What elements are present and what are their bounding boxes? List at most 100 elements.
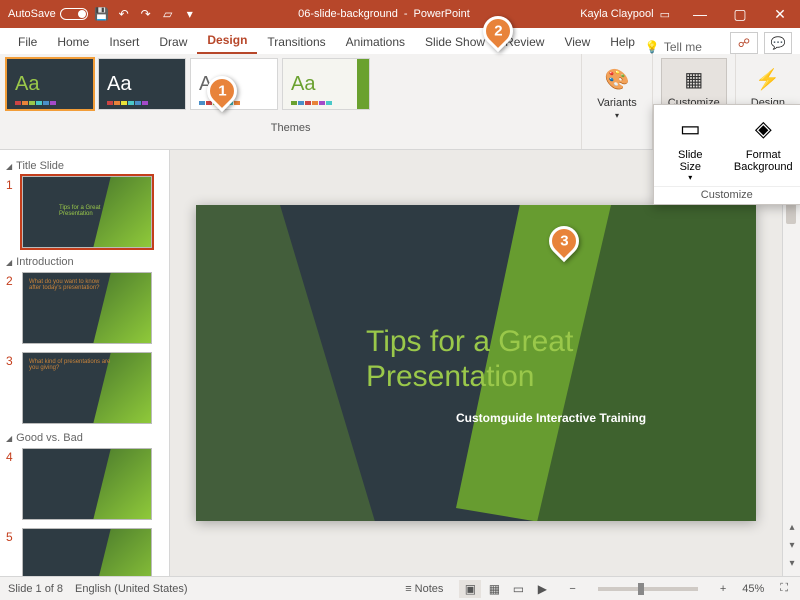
tellme-label: Tell me xyxy=(664,40,702,54)
themes-group-label: Themes xyxy=(6,122,575,134)
tab-help[interactable]: Help xyxy=(600,31,645,54)
notes-button[interactable]: ≡Notes xyxy=(401,581,447,597)
slide-number: 2 xyxy=(6,272,16,288)
slide-number: 3 xyxy=(6,352,16,368)
slide-thumbnail[interactable]: What do you want to knowafter today's pr… xyxy=(22,272,152,344)
minimize-button[interactable]: — xyxy=(680,0,720,28)
slide-thumbnail[interactable] xyxy=(22,448,152,520)
normal-view-button[interactable]: ▣ xyxy=(459,580,481,598)
customize-icon: ▦ xyxy=(678,63,710,95)
section-header[interactable]: Good vs. Bad xyxy=(6,432,163,444)
tab-design[interactable]: Design xyxy=(197,29,257,54)
format-background-button[interactable]: ◈ Format Background xyxy=(727,105,800,186)
tab-file[interactable]: File xyxy=(8,31,47,54)
thumbnail-row: 2 What do you want to knowafter today's … xyxy=(6,272,163,344)
tab-home[interactable]: Home xyxy=(47,31,99,54)
zoom-level[interactable]: 45% xyxy=(742,583,764,595)
customize-dropdown: ▭ Slide Size ▾ ◈ Format Background Custo… xyxy=(653,104,800,205)
slide-thumbnail[interactable]: What kind of presentations areyou giving… xyxy=(22,352,152,424)
tellme-search[interactable]: 💡 Tell me xyxy=(645,40,702,54)
thumbnail-row: 4 xyxy=(6,448,163,520)
slide-number: 1 xyxy=(6,176,16,192)
ribbon-tabs: File Home Insert Draw Design Transitions… xyxy=(0,28,800,54)
redo-icon[interactable]: ↷ xyxy=(138,6,154,22)
status-bar: Slide 1 of 8 English (United States) ≡No… xyxy=(0,576,800,600)
vertical-scrollbar[interactable]: ▴ ▾ ▾ xyxy=(782,150,800,576)
ribbon-body: Aa Aa Aa Aa Themes 🎨 Variants ▾ ▦ Custom… xyxy=(0,54,800,150)
user-name: Kayla Claypool xyxy=(580,8,653,20)
decorative-shape xyxy=(196,205,376,521)
zoom-out-button[interactable]: − xyxy=(565,581,579,597)
account-button[interactable]: Kayla Claypool ▭ xyxy=(570,8,680,21)
section-header[interactable]: Introduction xyxy=(6,256,163,268)
title-bar: AutoSave 💾 ↶ ↷ ▱ ▾ 06-slide-background -… xyxy=(0,0,800,28)
next-slide-icon[interactable]: ▾ xyxy=(783,558,800,576)
autosave-switch-icon xyxy=(60,8,88,20)
thumbnail-row: 5 xyxy=(6,528,163,576)
zoom-in-button[interactable]: + xyxy=(716,581,730,597)
dropdown-icon: ▾ xyxy=(615,111,619,120)
theme-preview-icon: Aa xyxy=(291,73,315,96)
theme-preview-icon: Aa xyxy=(107,73,131,96)
slide-title-text: Tips for a Great Presentation xyxy=(366,325,573,394)
format-background-label: Format Background xyxy=(731,149,796,173)
search-icon: 💡 xyxy=(645,40,660,54)
slideshow-view-button[interactable]: ▶ xyxy=(531,580,553,598)
filename-label: 06-slide-background xyxy=(298,8,398,20)
theme-card[interactable]: Aa xyxy=(6,58,94,110)
share-button[interactable]: ☍ xyxy=(730,32,758,54)
slide-number: 4 xyxy=(6,448,16,464)
theme-card[interactable]: Aa xyxy=(282,58,370,110)
themes-group: Aa Aa Aa Aa Themes xyxy=(0,54,581,149)
slide-thumbnail[interactable]: Tips for a GreatPresentation xyxy=(22,176,152,248)
tab-view[interactable]: View xyxy=(554,31,600,54)
theme-preview-icon: Aa xyxy=(15,73,39,96)
slide-canvas-area: Tips for a Great Presentation Customguid… xyxy=(170,150,782,576)
qat-dropdown-icon[interactable]: ▾ xyxy=(182,6,198,22)
undo-icon[interactable]: ↶ xyxy=(116,6,132,22)
slide-thumbnail[interactable] xyxy=(22,528,152,576)
thumbnail-row: 1 Tips for a GreatPresentation xyxy=(6,176,163,248)
prev-slide-icon[interactable]: ▴ xyxy=(783,522,800,540)
autosave-toggle[interactable]: AutoSave xyxy=(8,8,88,20)
variants-icon: 🎨 xyxy=(601,63,633,95)
app-label: PowerPoint xyxy=(414,8,470,20)
tab-draw[interactable]: Draw xyxy=(149,31,197,54)
dropdown-icon: ▾ xyxy=(658,173,723,182)
notes-icon: ≡ xyxy=(405,583,411,595)
close-button[interactable]: ✕ xyxy=(760,0,800,28)
sorter-view-button[interactable]: ▦ xyxy=(483,580,505,598)
fit-to-window-button[interactable]: ⛶ xyxy=(776,580,792,597)
zoom-slider[interactable] xyxy=(598,587,698,591)
tab-transitions[interactable]: Transitions xyxy=(257,31,335,54)
slide-subtitle-text: Customguide Interactive Training xyxy=(456,411,646,425)
design-ideas-icon: ⚡ xyxy=(752,63,784,95)
app-sep: - xyxy=(404,8,408,20)
slide-indicator[interactable]: Slide 1 of 8 xyxy=(8,583,63,595)
tab-animations[interactable]: Animations xyxy=(336,31,415,54)
slide-size-label: Slide Size xyxy=(658,149,723,173)
restore-button[interactable]: ▢ xyxy=(720,0,760,28)
autosave-label: AutoSave xyxy=(8,8,56,20)
comments-button[interactable]: 💬 xyxy=(764,32,792,54)
start-from-beginning-icon[interactable]: ▱ xyxy=(160,6,176,22)
slide-thumbnail-panel: Title Slide 1 Tips for a GreatPresentati… xyxy=(0,150,170,576)
tab-insert[interactable]: Insert xyxy=(99,31,149,54)
variants-label: Variants xyxy=(597,97,637,109)
slide-size-button[interactable]: ▭ Slide Size ▾ xyxy=(654,105,727,186)
variants-group: 🎨 Variants ▾ xyxy=(581,54,652,149)
slide-canvas[interactable]: Tips for a Great Presentation Customguid… xyxy=(196,205,756,521)
save-icon[interactable]: 💾 xyxy=(94,6,110,22)
variants-button[interactable]: 🎨 Variants ▾ xyxy=(590,58,644,125)
slide-size-icon: ▭ xyxy=(674,113,706,145)
section-header[interactable]: Title Slide xyxy=(6,160,163,172)
format-background-icon: ◈ xyxy=(747,113,779,145)
thumbnail-row: 3 What kind of presentations areyou givi… xyxy=(6,352,163,424)
scroll-down-icon[interactable]: ▾ xyxy=(783,540,800,558)
theme-card[interactable]: Aa xyxy=(98,58,186,110)
customize-popup-footer: Customize xyxy=(654,186,800,204)
user-avatar-icon: ▭ xyxy=(660,8,670,21)
language-indicator[interactable]: English (United States) xyxy=(75,583,188,595)
reading-view-button[interactable]: ▭ xyxy=(507,580,529,598)
workspace: Title Slide 1 Tips for a GreatPresentati… xyxy=(0,150,800,576)
